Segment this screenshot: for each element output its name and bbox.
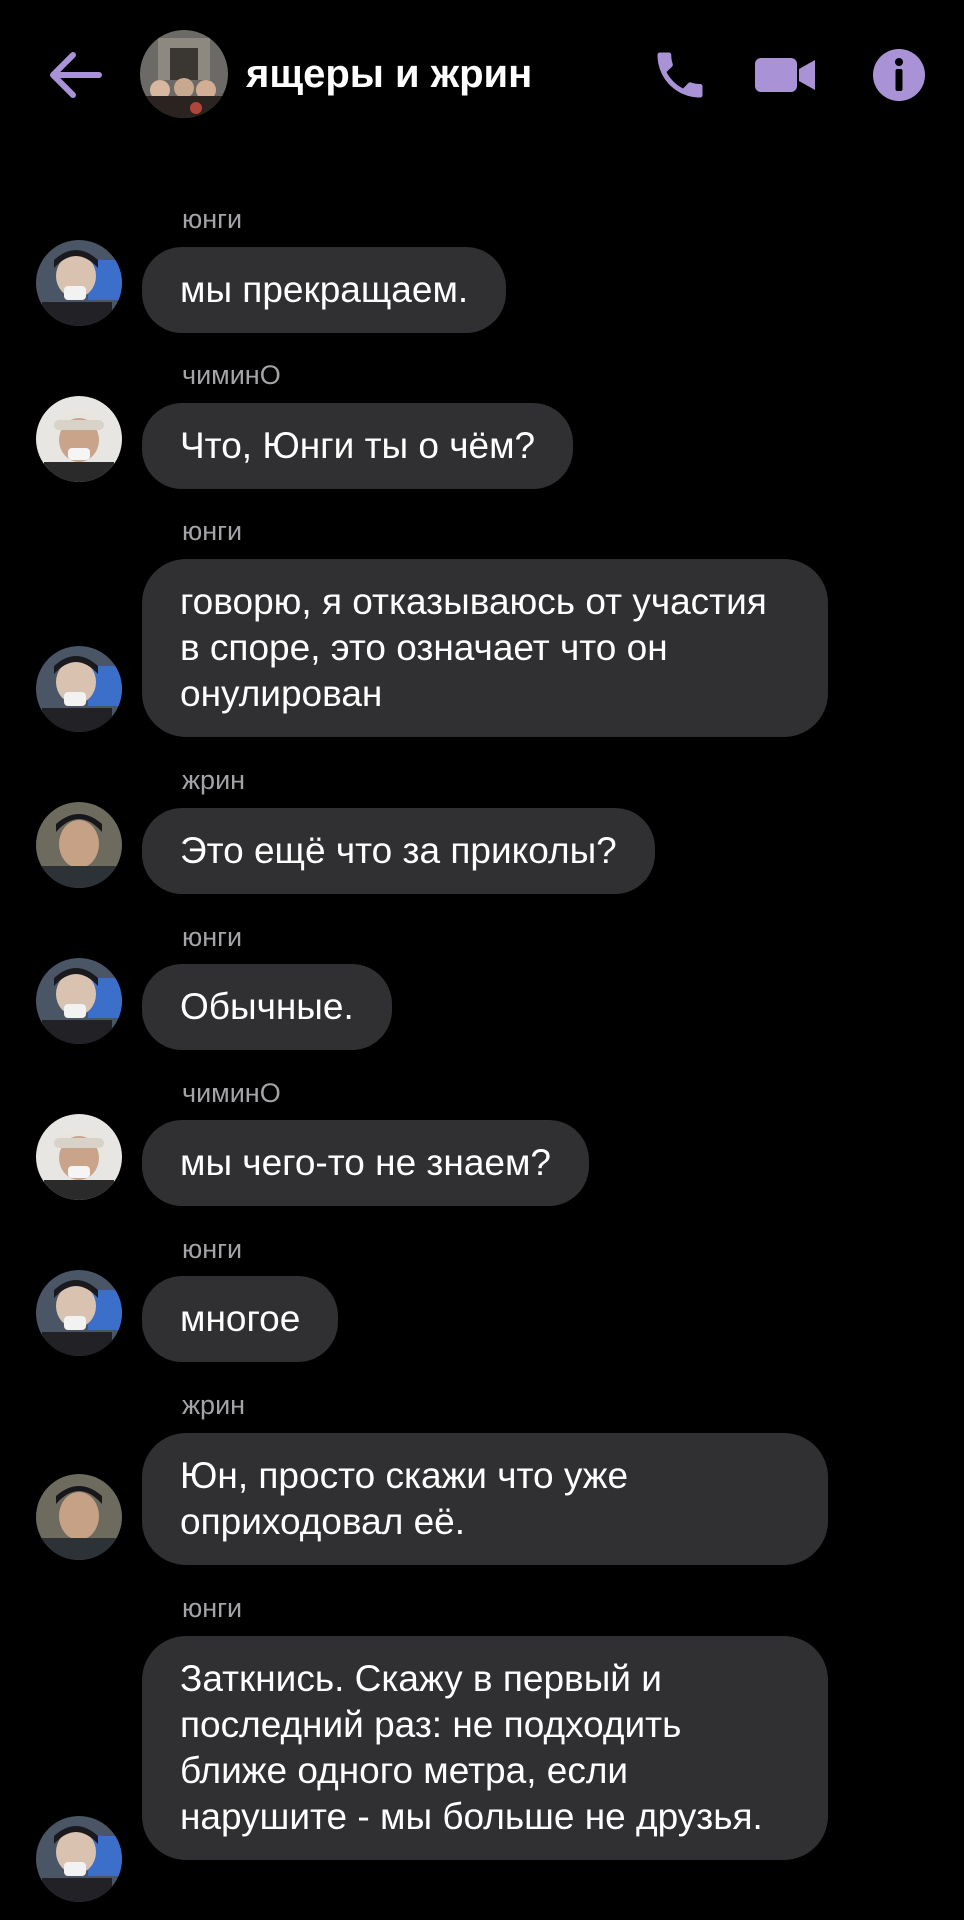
avatar-zhrin[interactable]: [36, 802, 122, 888]
avatar-yungi[interactable]: [36, 958, 122, 1044]
sender-name: юнги: [182, 1234, 243, 1264]
message-bubble[interactable]: многое: [142, 1276, 339, 1362]
avatar-jimin[interactable]: [36, 1114, 122, 1200]
avatar-yungi[interactable]: [36, 646, 122, 732]
avatar-yungi[interactable]: [36, 1816, 122, 1902]
message-bubble[interactable]: Обычные.: [142, 964, 392, 1050]
avatar-yungi[interactable]: [36, 1270, 122, 1356]
sender-name: жрин: [182, 1390, 246, 1420]
message-bubble[interactable]: Юн, просто скажи что уже оприходовал её.: [142, 1433, 828, 1565]
sender-name: чиминО: [182, 1078, 281, 1108]
message-list: юнги мы прекращаем. чиминО Что, Юнги ты …: [0, 0, 964, 1920]
message-bubble[interactable]: Заткнись. Скажу в первый и последний раз…: [142, 1636, 828, 1860]
message-bubble[interactable]: мы прекращаем.: [142, 247, 507, 333]
message-bubble[interactable]: мы чего-то не знаем?: [142, 1120, 589, 1206]
sender-name: юнги: [182, 922, 243, 952]
sender-name: чиминО: [182, 360, 281, 390]
message-bubble[interactable]: говорю, я отказываюсь от участия в споре…: [142, 559, 828, 737]
sender-name: юнги: [182, 204, 243, 234]
avatar-zhrin[interactable]: [36, 1474, 122, 1560]
avatar-yungi[interactable]: [36, 240, 122, 326]
sender-name: жрин: [182, 765, 246, 795]
message-bubble[interactable]: Что, Юнги ты о чём?: [142, 403, 574, 489]
sender-name: юнги: [182, 516, 243, 546]
sender-name: юнги: [182, 1593, 243, 1623]
avatar-jimin[interactable]: [36, 396, 122, 482]
message-bubble[interactable]: Это ещё что за приколы?: [142, 808, 655, 894]
